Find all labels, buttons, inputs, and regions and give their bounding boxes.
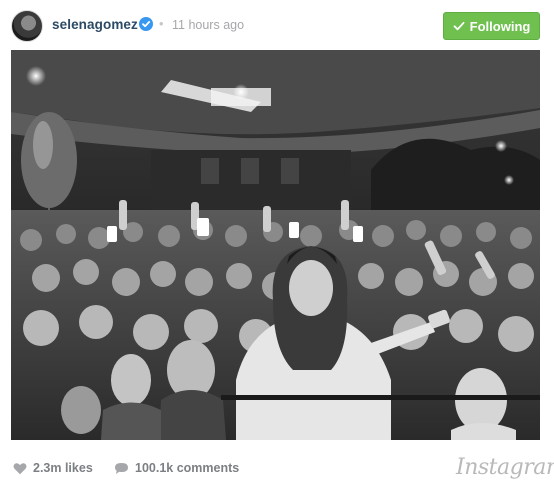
post-header: selenagomez • 11 hours ago Following [0,0,554,52]
crowd-selfie-image [11,50,540,440]
comments-count[interactable]: 100.1k comments [114,461,239,475]
username-link[interactable]: selenagomez [52,17,138,32]
separator-dot: • [159,16,164,31]
avatar[interactable] [11,10,43,42]
instagram-logo[interactable]: Instagram [456,455,554,480]
following-button[interactable]: Following [443,12,540,40]
heart-icon [13,462,27,474]
post-footer: 2.3m likes 100.1k comments Instagram [0,448,554,488]
post-photo[interactable] [11,50,540,440]
post-timestamp[interactable]: 11 hours ago [172,18,244,32]
verified-badge-icon [139,17,153,31]
following-button-label: Following [469,18,531,34]
instagram-embed-card: selenagomez • 11 hours ago Following 2.3… [0,0,554,495]
checkmark-icon [453,21,465,31]
likes-text: 2.3m likes [33,461,93,475]
comment-bubble-icon [115,462,128,474]
comments-text: 100.1k comments [135,461,240,475]
likes-count[interactable]: 2.3m likes [13,461,93,475]
